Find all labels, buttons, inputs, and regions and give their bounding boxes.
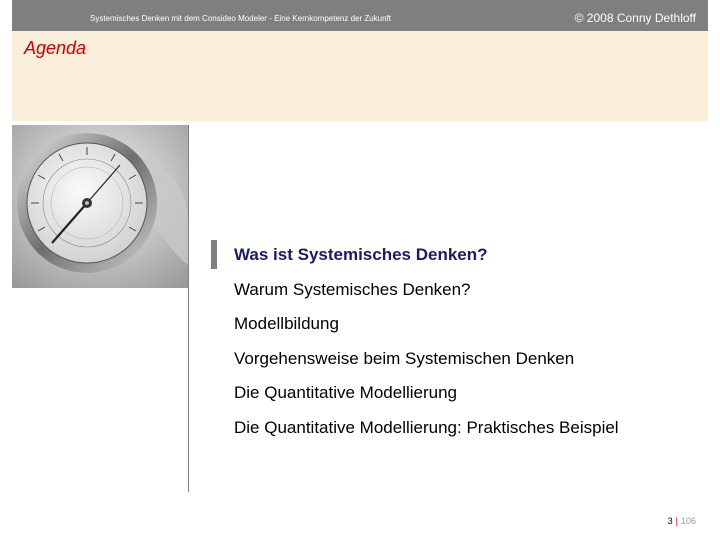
slide-title: Agenda xyxy=(24,38,87,58)
agenda-item-4[interactable]: Vorgehensweise beim Systemischen Denken xyxy=(234,342,619,377)
agenda-item-2[interactable]: Warum Systemisches Denken? xyxy=(234,273,619,308)
agenda-item-6[interactable]: Die Quantitative Modellierung: Praktisch… xyxy=(234,411,619,446)
page-number: 3 | 106 xyxy=(668,516,696,526)
copyright-text: © 2008 Conny Dethloff xyxy=(574,11,696,25)
total-pages: 106 xyxy=(680,516,696,526)
agenda-item-3[interactable]: Modellbildung xyxy=(234,307,619,342)
title-band: Agenda xyxy=(12,31,708,121)
page-separator: | xyxy=(675,516,678,526)
barometer-image xyxy=(12,125,188,288)
header-subtitle: Systemisches Denken mit dem Consideo Mod… xyxy=(90,14,392,23)
header-bar: Systemisches Denken mit dem Consideo Mod… xyxy=(0,0,720,31)
current-page: 3 xyxy=(667,516,673,526)
active-item-marker xyxy=(211,240,217,269)
agenda-item-5[interactable]: Die Quantitative Modellierung xyxy=(234,376,619,411)
divider-line xyxy=(188,125,189,492)
agenda-list: Was ist Systemisches Denken? Warum Syste… xyxy=(234,238,619,445)
agenda-item-1[interactable]: Was ist Systemisches Denken? xyxy=(234,238,619,273)
